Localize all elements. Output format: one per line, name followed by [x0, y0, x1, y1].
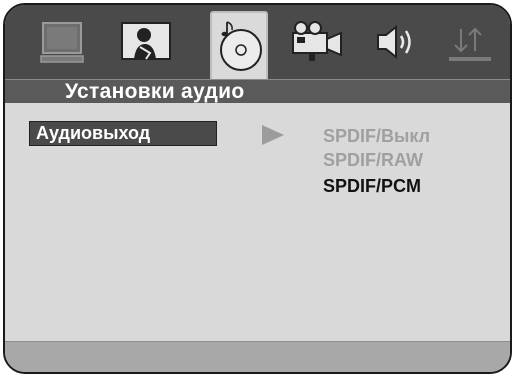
tab-general[interactable]: [33, 13, 91, 71]
osd-screen: Установки аудио Аудиовыход SPDIF/Выкл SP…: [3, 3, 512, 374]
tab-audio[interactable]: [210, 11, 268, 79]
title-bar: Установки аудио: [5, 79, 510, 103]
arrow-right-icon: [262, 125, 284, 145]
status-bar: [5, 341, 510, 372]
option-spdif-off[interactable]: SPDIF/Выкл: [323, 125, 430, 147]
tab-speaker[interactable]: [367, 13, 425, 71]
option-spdif-pcm[interactable]: SPDIF/PCM: [323, 175, 421, 197]
monitor-icon: [40, 22, 84, 63]
tab-video[interactable]: [289, 13, 347, 71]
up-down-arrows-icon: [449, 27, 491, 61]
tab-picture[interactable]: [117, 13, 175, 71]
video-camera-icon: [292, 21, 342, 61]
settings-panel: Аудиовыход SPDIF/Выкл SPDIF/RAW SPDIF/PC…: [5, 103, 510, 341]
menu-item-audio-output[interactable]: Аудиовыход: [29, 121, 217, 146]
option-spdif-raw[interactable]: SPDIF/RAW: [323, 149, 423, 171]
speaker-icon: [377, 24, 411, 60]
icon-tab-bar: [5, 5, 510, 79]
person-tv-icon: [121, 22, 171, 60]
tab-preferences[interactable]: [441, 13, 499, 71]
page-title: Установки аудио: [65, 80, 245, 103]
music-disc-icon: [220, 21, 262, 71]
